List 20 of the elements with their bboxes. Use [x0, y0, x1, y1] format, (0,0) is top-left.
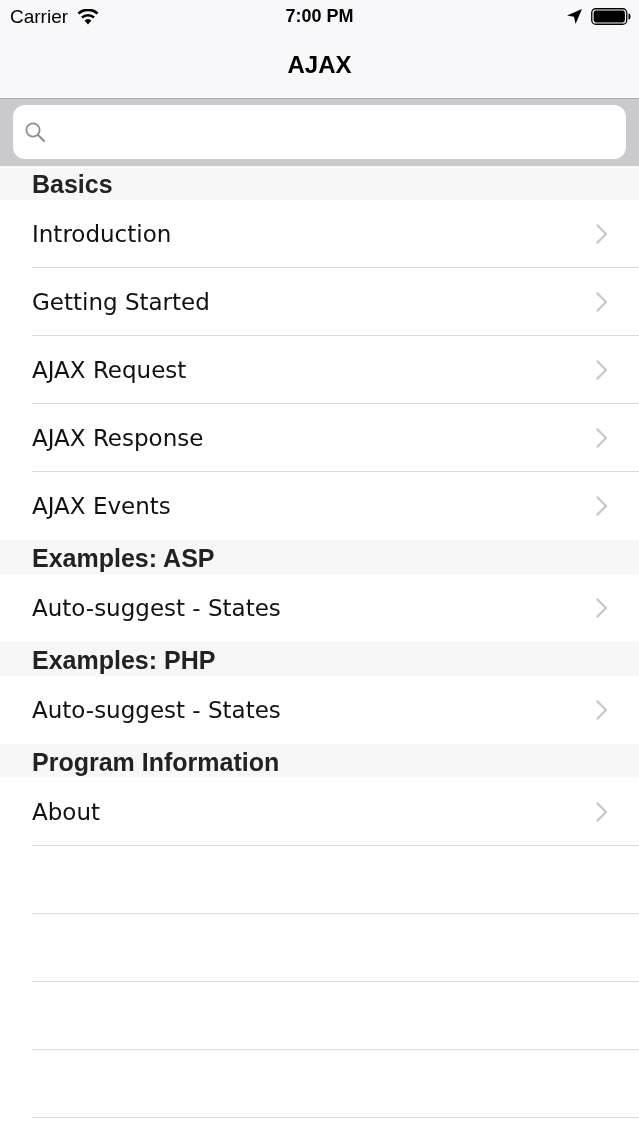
chevron-right-icon: [596, 700, 608, 720]
section-header: Basics: [0, 166, 639, 200]
chevron-right-icon: [596, 292, 608, 312]
section-header: Examples: ASP: [0, 540, 639, 574]
search-icon: [25, 122, 45, 142]
chevron-right-icon: [596, 360, 608, 380]
battery-icon: [591, 8, 631, 25]
chevron-right-icon: [596, 802, 608, 822]
screen-title: AJAX: [287, 50, 352, 79]
location-arrow-icon: [567, 9, 582, 24]
chevron-right-icon: [596, 598, 608, 618]
chevron-right-icon: [596, 428, 608, 448]
wifi-icon: [77, 8, 100, 25]
clock-time: 7:00 PM: [285, 6, 354, 27]
section-header: Program Information: [0, 744, 639, 778]
chevron-right-icon: [596, 224, 608, 244]
carrier-label: Carrier: [10, 5, 69, 28]
chevron-right-icon: [596, 496, 608, 516]
section-header: Examples: PHP: [0, 642, 639, 676]
search-field[interactable]: [13, 105, 626, 159]
